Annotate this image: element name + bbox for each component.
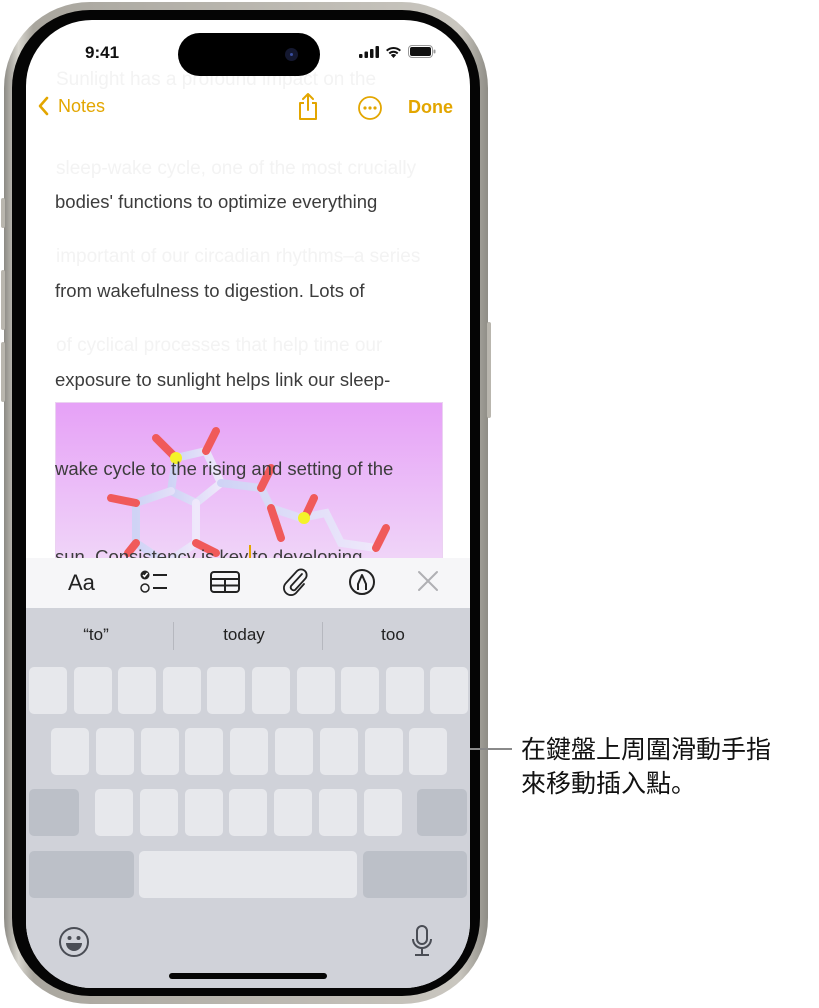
letter-key[interactable] (296, 667, 335, 714)
callout-text: 在鍵盤上周圍滑動手指 來移動插入點。 (521, 733, 771, 801)
letter-key[interactable] (319, 728, 358, 775)
letter-key[interactable] (409, 728, 448, 775)
letter-key[interactable] (230, 728, 269, 775)
suggestion-1[interactable]: “to” (26, 625, 166, 645)
home-indicator[interactable] (169, 973, 327, 979)
side-button (487, 322, 491, 418)
wifi-icon (386, 46, 401, 58)
letter-key[interactable] (29, 667, 67, 714)
screen: Sunlight has a profound impact on the sl… (26, 20, 470, 988)
letter-key[interactable] (73, 667, 112, 714)
back-label: Notes (58, 95, 106, 116)
letter-key[interactable] (184, 789, 223, 836)
numbers-key[interactable] (29, 851, 134, 898)
letter-key[interactable] (274, 789, 313, 836)
letter-key[interactable] (363, 789, 402, 836)
space-key[interactable] (139, 851, 357, 898)
letter-key[interactable] (229, 789, 268, 836)
callout-line-1: 在鍵盤上周圍滑動手指 (521, 735, 772, 764)
text-line: wake cycle to the rising and setting of … (55, 457, 394, 479)
status-time: 9:41 (85, 43, 120, 62)
letter-key[interactable] (207, 667, 246, 714)
letter-key[interactable] (185, 728, 224, 775)
dynamic-island (178, 33, 320, 76)
return-key[interactable] (363, 851, 467, 898)
letter-key[interactable] (95, 728, 134, 775)
letter-key[interactable] (430, 667, 469, 714)
delete-key[interactable] (417, 789, 467, 836)
more-icon[interactable] (357, 95, 383, 121)
letter-key[interactable] (319, 789, 357, 836)
letter-key[interactable] (275, 728, 313, 775)
suggestion-2[interactable]: today (174, 625, 314, 645)
keyboard[interactable]: “to” today too (26, 608, 470, 988)
letter-key[interactable] (385, 667, 424, 714)
letter-key[interactable] (95, 789, 133, 836)
text-line: bodies' functions to optimize everything (55, 191, 378, 213)
camera-icon (285, 48, 298, 61)
letter-key[interactable] (341, 667, 380, 714)
formatting-toolbar: Aa (26, 558, 470, 608)
markup-pen-icon[interactable] (348, 568, 376, 596)
text-line: from wakefulness to digestion. Lots of (55, 279, 365, 301)
close-icon[interactable] (417, 570, 439, 592)
checklist-icon[interactable] (140, 569, 168, 595)
table-icon[interactable] (210, 571, 240, 593)
format-text-button[interactable]: Aa (68, 570, 95, 596)
letter-key[interactable] (118, 667, 157, 714)
share-icon[interactable] (296, 92, 320, 122)
text-line: exposure to sunlight helps link our slee… (55, 368, 391, 390)
letter-key[interactable] (162, 667, 201, 714)
volume-down-button (1, 342, 5, 402)
letter-key[interactable] (139, 789, 178, 836)
cellular-signal-icon (359, 45, 379, 58)
paperclip-icon[interactable] (282, 568, 308, 596)
volume-up-button (1, 270, 5, 330)
letter-key[interactable] (140, 728, 179, 775)
letter-key[interactable] (252, 667, 290, 714)
emoji-icon[interactable] (58, 926, 90, 958)
battery-icon (408, 45, 436, 58)
callout-line-2: 來移動插入點。 (521, 769, 697, 798)
back-button[interactable]: Notes (36, 95, 105, 117)
suggestion-3[interactable]: too (323, 625, 463, 645)
letter-key[interactable] (51, 728, 89, 775)
status-icons (359, 45, 436, 58)
action-button (1, 198, 5, 228)
letter-key[interactable] (364, 728, 403, 775)
shift-key[interactable] (29, 789, 79, 836)
microphone-icon[interactable] (410, 924, 434, 958)
navigation-bar: Notes Done (26, 92, 470, 125)
done-button[interactable]: Done (408, 97, 453, 118)
chevron-left-icon (38, 96, 49, 116)
